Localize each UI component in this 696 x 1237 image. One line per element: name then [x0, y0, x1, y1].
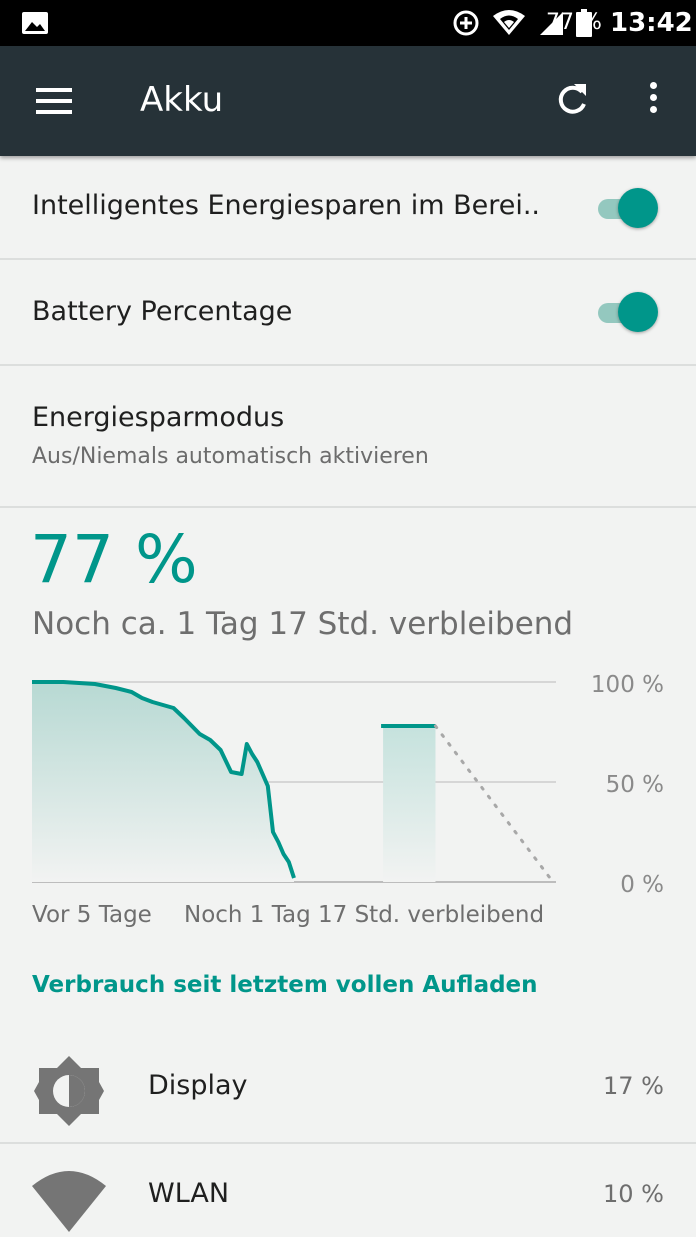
battery-percentage-row[interactable]: Battery Percentage: [0, 260, 696, 366]
chart-y-tick-label: 100 %: [591, 672, 664, 698]
status-bar: 77 % 13:42: [0, 0, 696, 46]
power-saver-row[interactable]: Energiesparmodus Aus/Niemals automatisch…: [0, 366, 696, 508]
power-saver-subtitle: Aus/Niemals automatisch aktivieren: [32, 444, 429, 469]
refresh-icon[interactable]: [552, 80, 592, 120]
usage-percent-display: 17 %: [603, 1072, 664, 1100]
usage-percent-wlan: 10 %: [603, 1180, 664, 1208]
page-title: Akku: [140, 80, 224, 120]
status-battery-percent: 77 %: [546, 10, 602, 35]
chart-x-label-left: Vor 5 Tage: [32, 902, 152, 928]
usage-label-wlan: WLAN: [148, 1178, 230, 1209]
chart-x-label-right: Noch 1 Tag 17 Std. verbleibend: [184, 902, 545, 928]
chart-y-tick-label: 50 %: [606, 772, 664, 798]
status-time: 13:42: [610, 8, 693, 38]
smart-power-toggle[interactable]: [598, 188, 660, 228]
app-bar: Akku: [0, 46, 696, 156]
data-saver-icon: [453, 10, 479, 36]
wifi-icon: [32, 1171, 106, 1232]
more-vert-icon[interactable]: [640, 82, 666, 122]
battery-remaining: Noch ca. 1 Tag 17 Std. verbleibend: [32, 606, 574, 642]
wifi-icon: [493, 10, 525, 35]
usage-section-title: Verbrauch seit letztem vollen Aufladen: [32, 972, 538, 998]
chart-current-range-area: [383, 726, 436, 882]
battery-chart[interactable]: 100 % 50 % 0 %: [0, 660, 696, 900]
chart-projection-line: [433, 724, 552, 880]
usage-item-display[interactable]: Display 17 %: [0, 1036, 696, 1142]
menu-icon[interactable]: [36, 88, 72, 114]
image-icon: [22, 12, 48, 34]
chart-history-area: [32, 682, 294, 882]
chart-y-tick-label: 0 %: [620, 872, 664, 898]
smart-power-row[interactable]: Intelligentes Energiesparen im Berei..: [0, 156, 696, 260]
battery-percentage-toggle[interactable]: [598, 292, 660, 332]
battery-percentage-label: Battery Percentage: [32, 296, 293, 327]
brightness-icon: [34, 1056, 104, 1126]
usage-item-wlan[interactable]: WLAN 10 %: [0, 1144, 696, 1237]
battery-level: 77 %: [30, 521, 198, 598]
power-saver-title: Energiesparmodus: [32, 402, 285, 433]
usage-label-display: Display: [148, 1070, 248, 1101]
smart-power-label: Intelligentes Energiesparen im Berei..: [32, 190, 541, 221]
